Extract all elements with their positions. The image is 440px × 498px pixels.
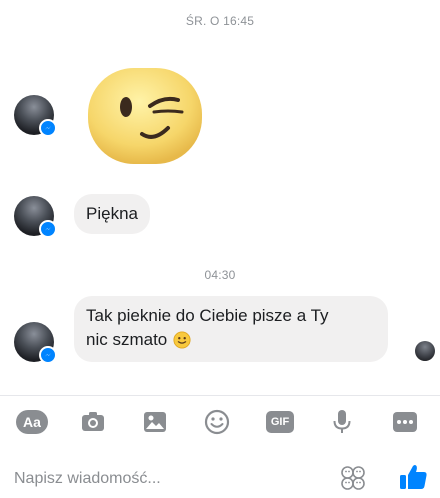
gif-button[interactable]: GIF — [264, 406, 296, 438]
wink-emoji-sticker[interactable] — [86, 66, 204, 166]
sticker-icon — [341, 466, 365, 490]
emoji-icon — [204, 409, 230, 435]
more-icon — [393, 412, 417, 432]
message-bubble[interactable]: Tak pieknie do Ciebie pisze a Ty nic szm… — [74, 296, 388, 362]
sender-avatar[interactable] — [14, 95, 57, 137]
image-icon — [144, 412, 166, 432]
timestamp-mid: 04:30 — [204, 268, 236, 282]
more-button[interactable] — [389, 406, 421, 438]
seen-indicator-avatar — [415, 341, 435, 361]
thumbs-up-icon — [400, 465, 427, 489]
sender-avatar[interactable] — [14, 322, 57, 364]
messenger-badge-icon — [39, 346, 57, 364]
aa-label: Aa — [16, 410, 48, 434]
voice-button[interactable] — [326, 406, 358, 438]
sender-avatar[interactable] — [14, 196, 57, 238]
gallery-button[interactable] — [139, 406, 171, 438]
message-text-line: nic szmato — [86, 330, 168, 349]
message-input[interactable]: Napisz wiadomość... — [14, 470, 161, 488]
message-text-line: Tak pieknie do Ciebie pisze a Ty — [86, 306, 329, 325]
emoji-button[interactable] — [201, 406, 233, 438]
sticker-button[interactable] — [340, 465, 366, 491]
toolbar-divider — [0, 395, 440, 396]
message-text: Piękna — [86, 204, 138, 223]
timestamp-top: ŚR. O 16:45 — [185, 14, 255, 28]
slightly-smiling-emoji — [173, 331, 191, 349]
camera-icon — [82, 412, 104, 431]
message-bubble[interactable]: Piękna — [74, 194, 150, 234]
text-format-button[interactable]: Aa — [16, 406, 48, 438]
microphone-icon — [333, 410, 351, 433]
gif-label: GIF — [266, 411, 294, 433]
like-button[interactable] — [398, 462, 428, 492]
camera-button[interactable] — [77, 406, 109, 438]
messenger-badge-icon — [39, 119, 57, 137]
messenger-badge-icon — [39, 220, 57, 238]
